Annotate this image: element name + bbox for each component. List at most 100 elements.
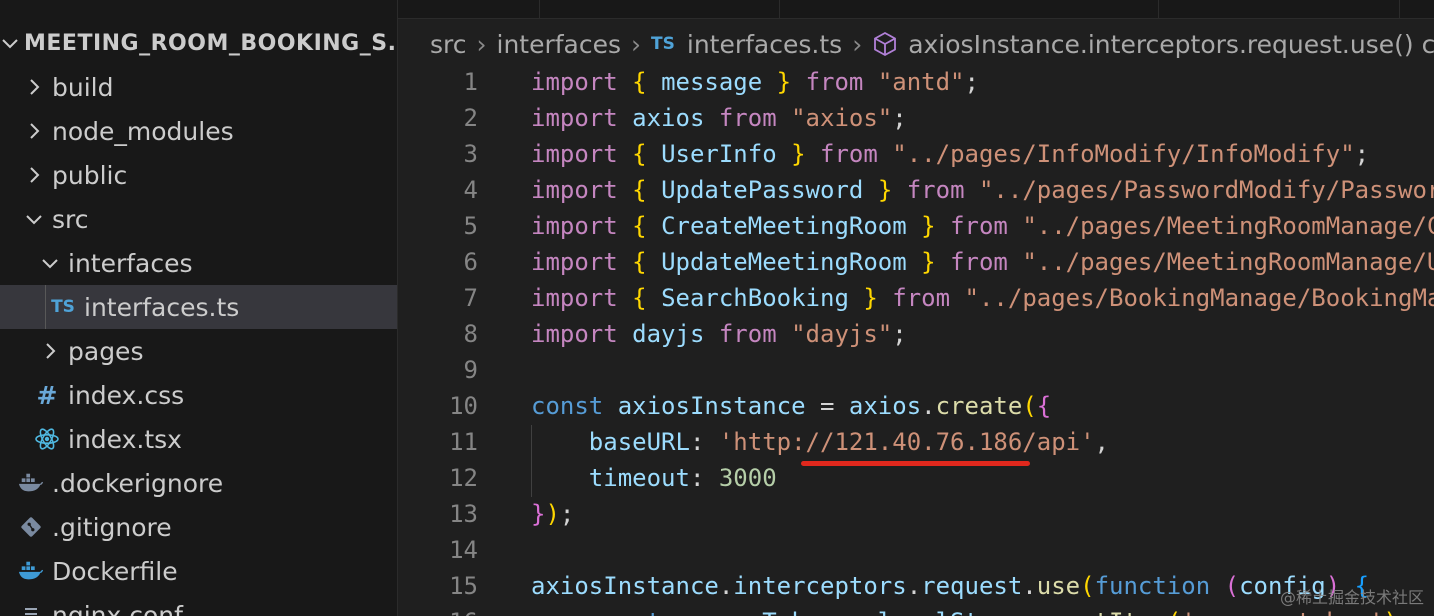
code-token: timeout (588, 464, 690, 492)
code-token: } (877, 176, 907, 204)
line-number: 15 (449, 572, 478, 600)
line-number: 14 (449, 536, 478, 564)
watermark: @稀土掘金技术社区 (1279, 588, 1424, 607)
code-token: "../pages/PasswordModify/Passwor (978, 176, 1434, 204)
typescript-file-icon: TS (651, 34, 675, 54)
breadcrumb-file[interactable]: interfaces.ts (687, 30, 842, 59)
code-token: from (805, 68, 878, 96)
chevron-right-icon (22, 163, 46, 187)
code-token: { (632, 68, 662, 96)
code-token: : (689, 428, 719, 456)
code-token: request (921, 572, 1023, 600)
explorer-sidebar: MEETING_ROOM_BOOKING_S... build node_mod… (0, 0, 398, 616)
line-number: 11 (449, 428, 478, 456)
indent-guide (531, 425, 532, 497)
code-token: "../pages/InfoModify/InfoModify" (892, 140, 1355, 168)
tab-divider (779, 0, 780, 18)
explorer-root-folder[interactable]: MEETING_ROOM_BOOKING_S... (0, 21, 397, 65)
tree-item-nginx-conf[interactable]: nginx.conf (0, 593, 397, 616)
line-number: 12 (449, 464, 478, 492)
chevron-right-icon: › (852, 29, 863, 59)
git-file-icon (18, 514, 44, 540)
code-token: . (1022, 572, 1037, 600)
code-token: const (589, 608, 676, 616)
chevron-right-icon (38, 339, 62, 363)
line-number: 8 (463, 320, 478, 348)
code-token: "../pages/MeetingRoomManage/C (1022, 212, 1434, 240)
code-token: 3000 (718, 464, 777, 492)
tree-item-node-modules[interactable]: node_modules (0, 109, 397, 153)
docker-file-icon (18, 470, 44, 496)
docker-file-icon (18, 558, 44, 584)
code-token: axios (632, 104, 719, 132)
code-token: . (1051, 608, 1065, 616)
line-number: 6 (463, 248, 478, 276)
chevron-right-icon: › (476, 29, 487, 59)
tree-item-index-tsx[interactable]: index.tsx (0, 417, 397, 461)
code-token: "antd" (877, 68, 965, 96)
tab-divider (1158, 0, 1159, 18)
code-token: from (906, 176, 979, 204)
code-token: CreateMeetingRoom (661, 212, 922, 240)
tree-item-dockerfile[interactable]: Dockerfile (0, 549, 397, 593)
code-text: baseURL: 'http://121.40.76.186/api', (531, 428, 1109, 456)
code-token: "axios" (791, 104, 893, 132)
tree-item-interfaces-folder[interactable]: interfaces (0, 241, 397, 285)
tree-item-label: build (52, 72, 114, 102)
tree-item-label: index.css (68, 380, 185, 410)
code-token: UserInfo (661, 140, 792, 168)
code-token: . (921, 392, 936, 420)
settings-file-icon (18, 602, 44, 616)
tree-item-gitignore[interactable]: .gitignore (0, 505, 397, 549)
tree-item-label: pages (68, 336, 144, 366)
code-text: import { UserInfo } from "../pages/InfoM… (531, 140, 1369, 168)
line-number: 1 (463, 68, 478, 96)
code-text: const accessToken = localStorage.getItem… (531, 608, 1398, 616)
tree-item-dockerignore[interactable]: .dockerignore (0, 461, 397, 505)
tree-item-build[interactable]: build (0, 65, 397, 109)
code-token: { (632, 284, 662, 312)
code-token: { (632, 248, 662, 276)
code-text: const axiosInstance = axios.create({ (531, 392, 1051, 420)
code-token: from (950, 212, 1023, 240)
code-token: "dayjs" (791, 320, 893, 348)
code-token: ( (1022, 392, 1037, 420)
code-token: } (921, 212, 951, 240)
tab-strip (398, 0, 1434, 19)
code-text: import { SearchBooking } from "../pages/… (531, 284, 1434, 312)
code-text: axiosInstance.interceptors.request.use(f… (531, 572, 1369, 600)
code-token: "../pages/MeetingRoomManage/U (1022, 248, 1434, 276)
code-token: "../pages/BookingManage/BookingMa (964, 284, 1434, 312)
code-token: = (820, 392, 849, 420)
tree-item-label: Dockerfile (52, 556, 178, 586)
tree-item-pages[interactable]: pages (0, 329, 397, 373)
code-token: . (906, 572, 922, 600)
breadcrumb-symbol[interactable]: axiosInstance.interceptors.request.use()… (908, 30, 1434, 59)
code-token: } (921, 248, 951, 276)
line-number: 16 (398, 608, 478, 616)
react-file-icon (34, 426, 60, 452)
tree-item-interfaces-ts[interactable]: TS interfaces.ts (0, 285, 397, 329)
code-token: import (531, 176, 633, 204)
breadcrumb-item[interactable]: interfaces (497, 30, 622, 59)
tree-item-label: interfaces.ts (84, 292, 240, 322)
code-token: : (689, 464, 719, 492)
tree-item-public[interactable]: public (0, 153, 397, 197)
code-text: import dayjs from "dayjs"; (531, 320, 907, 348)
code-editor[interactable]: src › interfaces › TS interfaces.ts › ax… (398, 0, 1434, 616)
code-token: use (1036, 572, 1081, 600)
code-token: UpdatePassword (661, 176, 878, 204)
tree-item-index-css[interactable]: # index.css (0, 373, 397, 417)
code-text: import { UpdateMeetingRoom } from "../pa… (531, 248, 1434, 276)
breadcrumb-item[interactable]: src (430, 30, 467, 59)
code-token: axiosInstance (531, 572, 719, 600)
tab-divider (1399, 0, 1400, 18)
tree-item-label: nginx.conf (52, 600, 183, 616)
code-token: from (718, 104, 792, 132)
code-token: import (531, 140, 633, 168)
symbol-method-icon (872, 31, 898, 57)
tree-item-src[interactable]: src (0, 197, 397, 241)
code-token: { (632, 176, 662, 204)
